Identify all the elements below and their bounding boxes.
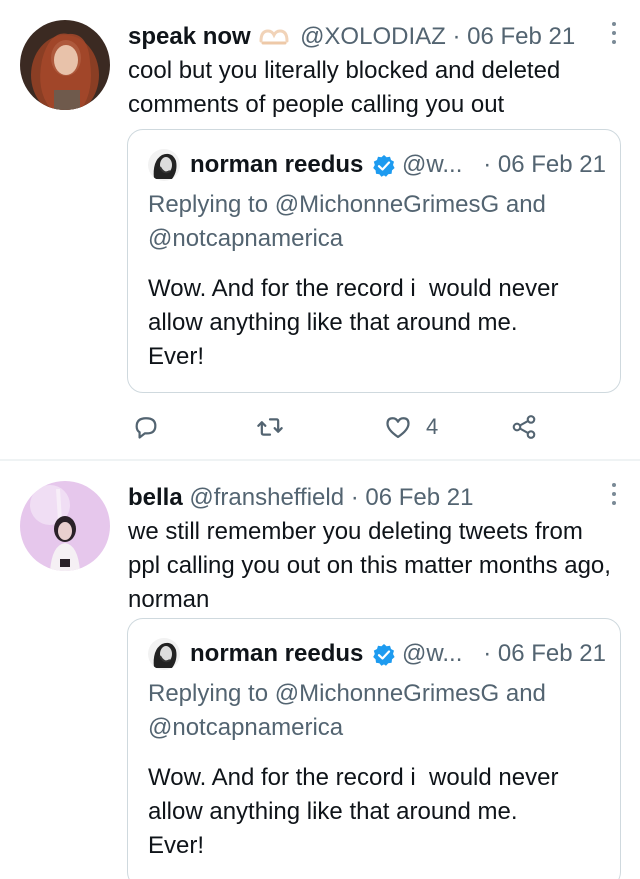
replying-to: Replying to @MichonneGrimesG and @notcapn… — [148, 677, 604, 745]
quoted-tweet-header: norman reedus @w... · 06 Feb 21 — [148, 148, 606, 182]
quoted-text-line: Ever! — [148, 343, 205, 370]
author-handle[interactable]: @fransheffield — [189, 484, 344, 511]
heart-hands-icon — [259, 23, 289, 57]
separator: · — [452, 23, 461, 50]
tweet-header: bella @fransheffield · 06 Feb 21 — [128, 481, 600, 515]
quoted-text-line: Wow. And for the record i would never — [148, 275, 559, 302]
tweet-actions: 4 — [128, 410, 608, 444]
replying-and: and — [499, 191, 546, 218]
quoted-tweet-text: Wow. And for the record i would never al… — [148, 272, 604, 374]
tweet-text: cool but you literally blocked and delet… — [128, 57, 561, 118]
quoted-text-line: allow anything like that around me. — [148, 798, 518, 825]
quoted-tweet[interactable]: norman reedus @w... · 06 Feb 21 Replying… — [127, 129, 621, 393]
mention-link[interactable]: @notcapnamerica — [148, 714, 343, 741]
replying-prefix: Replying to — [148, 680, 275, 707]
quoted-text-line: allow anything like that around me. — [148, 309, 518, 336]
tweet-date[interactable]: 06 Feb 21 — [365, 484, 473, 511]
quoted-text-line: Wow. And for the record i would never — [148, 764, 559, 791]
more-options-icon[interactable] — [610, 483, 618, 507]
verified-badge-icon — [372, 154, 396, 178]
quoted-text-line: Ever! — [148, 832, 205, 859]
quoted-tweet-date: · 06 Feb 21 — [483, 151, 606, 178]
tweet[interactable]: speak now @XOLODIAZ · 06 Feb 21 cool but… — [0, 0, 640, 461]
verified-badge-icon — [372, 643, 396, 667]
mention-link[interactable]: @MichonneGrimesG — [275, 191, 499, 218]
like-icon — [386, 417, 410, 439]
quoted-author-handle: @w... — [402, 640, 463, 667]
reply-icon — [135, 417, 157, 439]
avatar[interactable] — [20, 481, 110, 571]
reply-button[interactable] — [132, 410, 160, 444]
quoted-avatar — [148, 149, 180, 181]
tweet-date[interactable]: 06 Feb 21 — [467, 23, 575, 50]
quoted-avatar — [148, 638, 180, 670]
author-name[interactable]: speak now — [128, 23, 251, 50]
quoted-tweet-text: Wow. And for the record i would never al… — [148, 761, 604, 863]
tweet-header: speak now @XOLODIAZ · 06 Feb 21 — [128, 20, 600, 54]
like-button[interactable]: 4 — [384, 410, 438, 444]
author-name[interactable]: bella — [128, 484, 183, 511]
quoted-tweet[interactable]: norman reedus @w... · 06 Feb 21 Replying… — [127, 618, 621, 879]
quoted-author-handle: @w... — [402, 151, 463, 178]
tweet[interactable]: bella @fransheffield · 06 Feb 21 we stil… — [0, 461, 640, 879]
quoted-tweet-header: norman reedus @w... · 06 Feb 21 — [148, 637, 606, 671]
more-options-icon[interactable] — [610, 22, 618, 46]
separator: · — [350, 484, 359, 511]
share-button[interactable] — [510, 410, 538, 444]
tweet-text: we still remember you deleting tweets fr… — [128, 518, 611, 613]
retweet-button[interactable] — [256, 410, 284, 444]
quoted-author-name: norman reedus — [190, 151, 364, 178]
avatar[interactable] — [20, 20, 110, 110]
mention-link[interactable]: @MichonneGrimesG — [275, 680, 499, 707]
quoted-author-name: norman reedus — [190, 640, 364, 667]
replying-prefix: Replying to — [148, 191, 275, 218]
quoted-tweet-date: · 06 Feb 21 — [483, 640, 606, 667]
replying-and: and — [499, 680, 546, 707]
retweet-icon — [257, 418, 283, 436]
author-handle[interactable]: @XOLODIAZ — [300, 23, 446, 50]
mention-link[interactable]: @notcapnamerica — [148, 225, 343, 252]
like-count: 4 — [426, 414, 439, 439]
share-icon — [512, 415, 536, 439]
replying-to: Replying to @MichonneGrimesG and @notcapn… — [148, 188, 604, 256]
